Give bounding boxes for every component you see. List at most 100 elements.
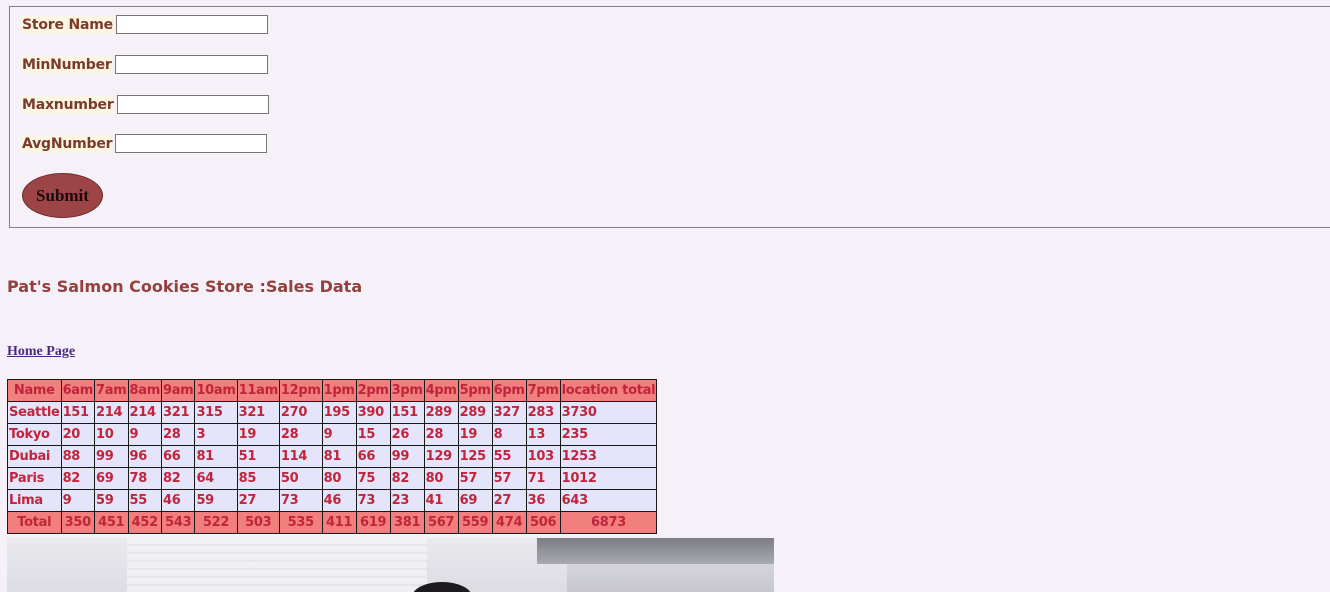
store-name-row: Store Name — [22, 15, 268, 34]
table-body: Seattle 151 214 214 321 315 321 270 195 390 151 289… — [7, 401, 658, 512]
sales-cell: 3 — [194, 423, 238, 446]
column-header: 7am — [94, 379, 129, 402]
sales-cell: 41 — [423, 489, 459, 512]
sales-cell: 55 — [127, 489, 162, 512]
total-cell: 506 — [525, 511, 561, 534]
sales-cell: 59 — [194, 489, 238, 512]
submit-button[interactable]: Submit — [22, 173, 103, 218]
sales-cell: 19 — [236, 423, 280, 446]
sales-cell: 19 — [457, 423, 493, 446]
home-page-link[interactable]: Home Page — [7, 344, 75, 360]
column-header: 6pm — [491, 379, 527, 402]
min-number-row: MinNumber — [22, 55, 268, 74]
sales-cell: 15 — [355, 423, 391, 446]
sales-cell: 96 — [127, 445, 162, 468]
table-row: Lima 9 59 55 46 59 27 73 46 73 23 41 69 27 36 643 — [7, 489, 658, 512]
total-cell: 474 — [491, 511, 527, 534]
column-header: 8am — [127, 379, 162, 402]
total-cell: 559 — [457, 511, 493, 534]
column-header: 7pm — [525, 379, 561, 402]
sales-cell: 66 — [160, 445, 196, 468]
kitchen-photo — [7, 538, 774, 592]
sales-cell: 23 — [389, 489, 425, 512]
sales-cell: 327 — [491, 401, 527, 424]
store-name-cell: Seattle — [7, 401, 62, 424]
totals-label-cell: Total — [7, 511, 62, 534]
sales-cell: 151 — [389, 401, 425, 424]
sales-cell: 59 — [94, 489, 129, 512]
sales-cell: 3730 — [559, 401, 658, 424]
sales-cell: 1012 — [559, 467, 658, 490]
sales-cell: 315 — [194, 401, 238, 424]
sales-cell: 82 — [160, 467, 196, 490]
sales-cell: 27 — [491, 489, 527, 512]
total-cell: 451 — [94, 511, 129, 534]
sales-cell: 270 — [278, 401, 323, 424]
sales-cell: 81 — [321, 445, 357, 468]
sales-cell: 9 — [321, 423, 357, 446]
avg-number-row: AvgNumber — [22, 134, 268, 153]
max-number-input[interactable] — [116, 95, 269, 114]
total-cell: 350 — [60, 511, 96, 534]
store-name-cell: Tokyo — [7, 423, 62, 446]
min-number-input[interactable] — [114, 55, 268, 74]
total-cell: 567 — [423, 511, 459, 534]
sales-cell: 28 — [278, 423, 323, 446]
column-header: 11am — [236, 379, 280, 402]
sales-cell: 69 — [457, 489, 493, 512]
sales-cell: 125 — [457, 445, 493, 468]
total-cell: 411 — [321, 511, 357, 534]
max-number-label: Maxnumber — [22, 95, 114, 114]
sales-cell: 151 — [60, 401, 96, 424]
total-cell: 543 — [160, 511, 196, 534]
store-name-input[interactable] — [115, 15, 268, 34]
table-row: Tokyo 20 10 9 28 3 19 28 9 15 26 28 19 8 13 235 — [7, 423, 658, 446]
store-name-cell: Dubai — [7, 445, 62, 468]
total-cell: 6873 — [559, 511, 658, 534]
sales-cell: 51 — [236, 445, 280, 468]
sales-cell: 289 — [423, 401, 459, 424]
sales-cell: 114 — [278, 445, 323, 468]
sales-table: Name 6am 7am 8am 9am 10am 11am 12pm 1pm 2pm 3pm 4pm… — [7, 379, 658, 534]
sales-cell: 8 — [491, 423, 527, 446]
store-name-cell: Lima — [7, 489, 62, 512]
sales-cell: 46 — [321, 489, 357, 512]
sales-cell: 81 — [194, 445, 238, 468]
sales-cell: 75 — [355, 467, 391, 490]
sales-cell: 69 — [94, 467, 129, 490]
total-cell: 381 — [389, 511, 425, 534]
sales-cell: 78 — [127, 467, 162, 490]
column-header: 9am — [160, 379, 196, 402]
sales-cell: 64 — [194, 467, 238, 490]
column-header: 1pm — [321, 379, 357, 402]
page-title: Pat's Salmon Cookies Store :Sales Data — [7, 277, 363, 296]
total-cell: 535 — [278, 511, 323, 534]
table-row: Seattle 151 214 214 321 315 321 270 195 390 151 289… — [7, 401, 658, 424]
sales-cell: 80 — [321, 467, 357, 490]
sales-cell: 129 — [423, 445, 459, 468]
sales-cell: 73 — [278, 489, 323, 512]
sales-cell: 321 — [236, 401, 280, 424]
sales-cell: 82 — [389, 467, 425, 490]
sales-cell: 28 — [160, 423, 196, 446]
sales-cell: 27 — [236, 489, 280, 512]
sales-cell: 235 — [559, 423, 658, 446]
store-name-cell: Paris — [7, 467, 62, 490]
page: Store Name MinNumber Maxnumber AvgNumber… — [0, 0, 1330, 592]
column-header: 3pm — [389, 379, 425, 402]
avg-number-input[interactable] — [115, 134, 268, 153]
sales-cell: 88 — [60, 445, 96, 468]
table-header-row: Name 6am 7am 8am 9am 10am 11am 12pm 1pm 2pm 3pm 4pm… — [7, 379, 658, 402]
total-cell: 522 — [194, 511, 238, 534]
sales-cell: 390 — [355, 401, 391, 424]
sales-cell: 66 — [355, 445, 391, 468]
sales-cell: 214 — [127, 401, 162, 424]
sales-cell: 57 — [491, 467, 527, 490]
sales-cell: 99 — [389, 445, 425, 468]
sales-cell: 103 — [525, 445, 561, 468]
sales-cell: 13 — [525, 423, 561, 446]
column-header: 4pm — [423, 379, 459, 402]
table-row: Dubai 88 99 96 66 81 51 114 81 66 99 129 125 55 103 125… — [7, 445, 658, 468]
column-header: 10am — [194, 379, 238, 402]
avg-number-label: AvgNumber — [22, 134, 113, 153]
